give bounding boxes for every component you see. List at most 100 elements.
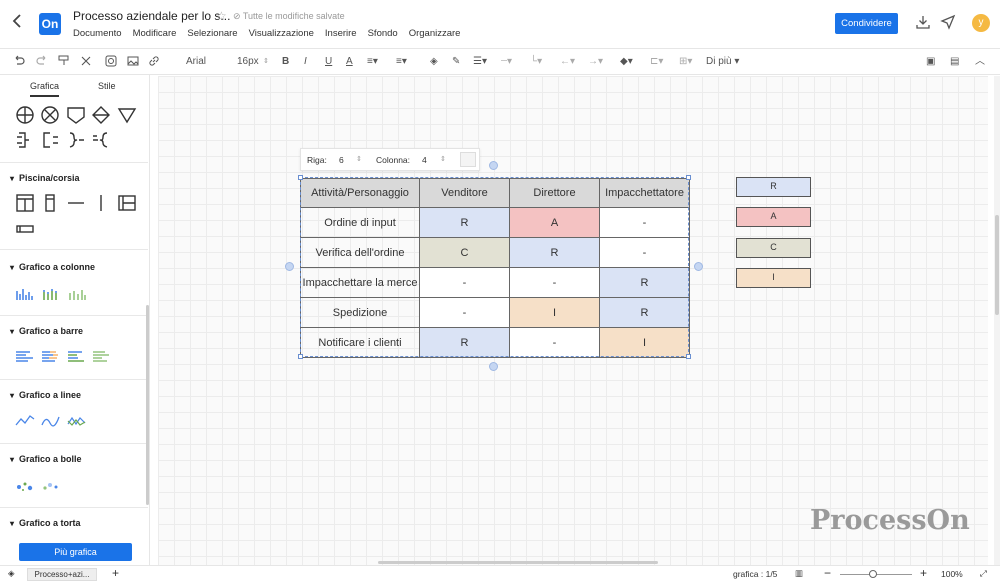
- legend-r[interactable]: R: [736, 177, 811, 197]
- table-cell[interactable]: C: [419, 237, 510, 268]
- line-spacing-icon[interactable]: ≡▾: [367, 54, 378, 70]
- connection-handle-right[interactable]: [694, 262, 703, 271]
- table-cell[interactable]: -: [599, 237, 690, 268]
- horizontal-pool-shape-icon[interactable]: [117, 193, 137, 213]
- multi-line-chart-icon[interactable]: [67, 414, 87, 428]
- share-button[interactable]: Condividere: [835, 13, 898, 34]
- percent-column-chart-icon[interactable]: [67, 287, 87, 301]
- chevron-left-icon[interactable]: [12, 13, 28, 33]
- brace-right-shape-icon[interactable]: [66, 130, 86, 150]
- bold-icon[interactable]: B: [282, 54, 289, 70]
- table-header-cell[interactable]: Direttore: [509, 178, 600, 208]
- column-stepper-icon[interactable]: ⇕: [440, 155, 446, 163]
- vertical-scrollbar[interactable]: [995, 215, 999, 315]
- align-icon[interactable]: ⊏▾: [650, 54, 663, 70]
- collapse-toolbar-icon[interactable]: ︿: [975, 54, 985, 70]
- annotation-right-shape-icon[interactable]: [15, 130, 35, 150]
- menu-modificare[interactable]: Modificare: [133, 28, 177, 39]
- text-align-icon[interactable]: ≡▾: [396, 54, 407, 70]
- table-header-cell[interactable]: Impacchettatore: [599, 178, 690, 208]
- table-cell[interactable]: Impacchettare la merce: [300, 267, 420, 298]
- multi-bar-chart-icon[interactable]: [67, 350, 87, 364]
- italic-icon[interactable]: I: [304, 54, 307, 70]
- download-icon[interactable]: [915, 14, 933, 32]
- line-color-icon[interactable]: ✎: [452, 54, 460, 70]
- table-cell[interactable]: -: [509, 267, 600, 298]
- arrow-start-icon[interactable]: ←▾: [560, 54, 575, 70]
- add-page-icon[interactable]: +: [112, 566, 119, 580]
- table-cell[interactable]: Spedizione: [300, 297, 420, 328]
- more-tools-menu[interactable]: Di più ▾: [706, 54, 739, 70]
- layer-icon[interactable]: ◆▾: [620, 54, 633, 70]
- menu-documento[interactable]: Documento: [73, 28, 122, 39]
- connection-handle-bottom[interactable]: [489, 362, 498, 371]
- avatar[interactable]: y: [972, 14, 990, 32]
- horizontal-lane-shape-icon[interactable]: [15, 219, 35, 239]
- bar-chart-icon[interactable]: [15, 350, 35, 364]
- row-count-input[interactable]: 6: [339, 155, 344, 165]
- column-count-input[interactable]: 4: [422, 155, 427, 165]
- summing-junction-shape-icon[interactable]: [40, 105, 60, 125]
- table-cell[interactable]: I: [599, 327, 690, 358]
- page-tab[interactable]: Processo+azi...: [27, 568, 97, 581]
- raci-table[interactable]: Attività/Personaggio Venditore Direttore…: [300, 178, 690, 358]
- shape-library-icon[interactable]: [104, 54, 118, 70]
- tab-stile[interactable]: Stile: [98, 81, 116, 91]
- table-color-swatch[interactable]: [460, 152, 476, 167]
- table-cell[interactable]: I: [509, 297, 600, 328]
- row-stepper-icon[interactable]: ⇕: [356, 155, 362, 163]
- menu-organizzare[interactable]: Organizzare: [409, 28, 461, 39]
- table-cell[interactable]: R: [599, 297, 690, 328]
- legend-c[interactable]: C: [736, 238, 811, 258]
- format-painter-icon[interactable]: [57, 54, 71, 70]
- map-icon[interactable]: ▥: [795, 568, 803, 579]
- resize-handle-bottom-left[interactable]: [298, 354, 303, 359]
- menu-inserire[interactable]: Inserire: [325, 28, 357, 39]
- zoom-slider-knob[interactable]: [869, 570, 877, 578]
- vertical-separator-shape-icon[interactable]: [91, 193, 111, 213]
- off-page-connector-shape-icon[interactable]: [66, 105, 86, 125]
- or-junction-shape-icon[interactable]: [15, 105, 35, 125]
- section-grafico-bolle[interactable]: Grafico a bolle: [10, 454, 82, 464]
- page-settings-icon[interactable]: ▣: [926, 54, 935, 70]
- app-logo[interactable]: On: [39, 13, 61, 35]
- smooth-line-chart-icon[interactable]: [41, 414, 61, 428]
- zoom-in-icon[interactable]: +: [920, 566, 927, 580]
- stacked-bar-chart-icon[interactable]: [41, 350, 61, 364]
- stacked-column-chart-icon[interactable]: [41, 287, 61, 301]
- connection-handle-left[interactable]: [285, 262, 294, 271]
- resize-handle-top-left[interactable]: [298, 175, 303, 180]
- image-icon[interactable]: [126, 54, 140, 70]
- format-panel-icon[interactable]: ▤: [950, 54, 959, 70]
- table-cell[interactable]: R: [419, 327, 510, 358]
- underline-icon[interactable]: U: [325, 54, 332, 70]
- brace-left-shape-icon[interactable]: [91, 130, 111, 150]
- fullscreen-icon[interactable]: ⤢: [980, 568, 987, 579]
- font-size-stepper-icon[interactable]: ⇕: [263, 54, 269, 70]
- layers-icon[interactable]: ◈: [8, 568, 15, 579]
- section-piscina-corsia[interactable]: Piscina/corsia: [10, 173, 80, 183]
- table-cell[interactable]: Notificare i clienti: [300, 327, 420, 358]
- annotation-left-shape-icon[interactable]: [40, 130, 60, 150]
- merge-shape-icon[interactable]: [117, 105, 137, 125]
- table-cell[interactable]: -: [509, 327, 600, 358]
- fill-color-icon[interactable]: ◈: [430, 54, 438, 70]
- section-grafico-torta[interactable]: Grafico a torta: [10, 518, 81, 528]
- font-color-icon[interactable]: A: [346, 54, 353, 70]
- tab-grafica[interactable]: Grafica: [30, 81, 60, 97]
- more-shapes-button[interactable]: Più grafica: [19, 543, 132, 561]
- table-cell[interactable]: -: [419, 297, 510, 328]
- legend-a[interactable]: A: [736, 207, 811, 227]
- menu-selezionare[interactable]: Selezionare: [187, 28, 237, 39]
- group-icon[interactable]: ⊞▾: [679, 54, 692, 70]
- table-cell[interactable]: Ordine di input: [300, 207, 420, 238]
- legend-i[interactable]: I: [736, 268, 811, 288]
- section-grafico-colonne[interactable]: Grafico a colonne: [10, 262, 95, 272]
- document-title[interactable]: Processo aziendale per lo s...: [73, 9, 230, 23]
- menu-sfondo[interactable]: Sfondo: [368, 28, 398, 39]
- table-cell[interactable]: R: [419, 207, 510, 238]
- zoom-level[interactable]: 100%: [941, 569, 963, 579]
- horizontal-scrollbar[interactable]: [378, 561, 658, 564]
- font-family-select[interactable]: Arial: [186, 54, 206, 70]
- star-icon[interactable]: ☆: [216, 9, 227, 23]
